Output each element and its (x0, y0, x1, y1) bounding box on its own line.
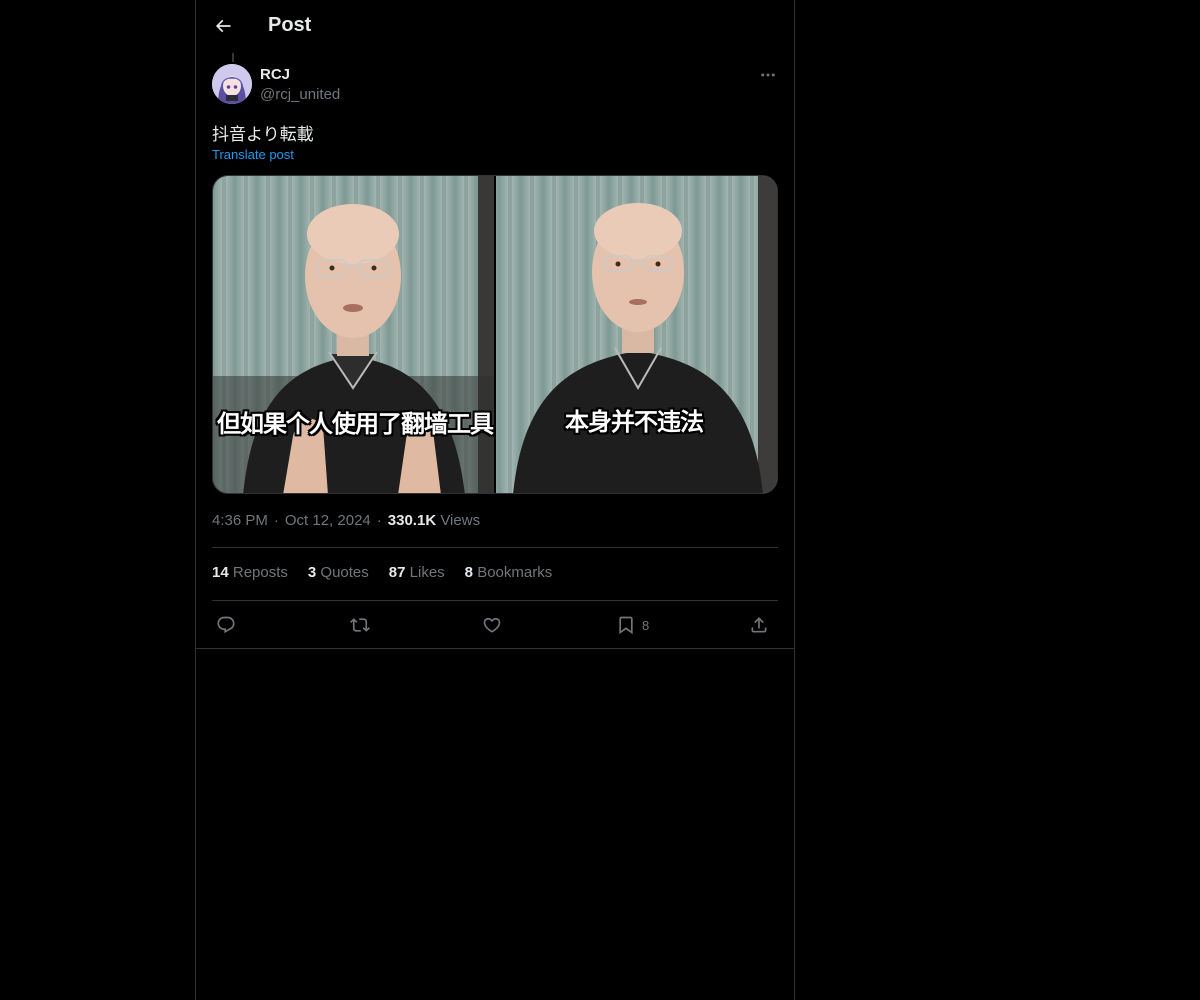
bookmarks-count: 8 (464, 564, 474, 581)
likes-count: 87 (388, 564, 406, 581)
repost-icon (350, 618, 370, 632)
page-title: Post (268, 14, 312, 36)
quotes-label: Quotes (320, 564, 369, 581)
views-label: Views (440, 512, 481, 529)
quotes-stat[interactable]: 3 Quotes (308, 564, 369, 581)
divider (196, 648, 794, 649)
post-time[interactable]: 4:36 PM (212, 512, 268, 529)
likes-stat[interactable]: 87 Likes (389, 564, 445, 581)
back-arrow-icon (215, 19, 231, 33)
more-icon (761, 73, 775, 77)
more-button[interactable] (756, 64, 780, 86)
bookmark-count: 8 (642, 617, 650, 633)
reply-icon (217, 616, 235, 634)
like-button[interactable] (482, 612, 502, 638)
action-bar: 8 (212, 612, 778, 638)
reply-button[interactable] (216, 612, 236, 638)
quotes-count: 3 (307, 564, 317, 581)
share-button[interactable] (749, 612, 769, 638)
post-date[interactable]: Oct 12, 2024 (285, 512, 371, 529)
reposts-label: Reposts (232, 564, 288, 581)
author-name[interactable]: RCJ (260, 66, 290, 83)
video-caption-right: 本身并不违法 (565, 408, 704, 436)
post-meta: 4:36 PM · Oct 12, 2024 · 330.1K Views (212, 512, 481, 529)
back-button[interactable] (208, 11, 238, 41)
top-bar: Post (196, 0, 794, 53)
bookmark-button[interactable]: 8 (616, 612, 649, 638)
post-detail-column: Post RCJ @rcj_united 抖音より転載 Translate po… (195, 0, 795, 1000)
author-handle[interactable]: @rcj_united (260, 86, 340, 103)
reposts-count: 14 (212, 564, 229, 581)
video-frames (213, 176, 777, 493)
divider (212, 600, 778, 601)
avatar[interactable] (212, 64, 252, 104)
bookmarks-label: Bookmarks (477, 564, 553, 581)
share-icon (751, 617, 767, 633)
post-media[interactable]: 但如果个人使用了翻墙工具 本身并不违法 (212, 175, 778, 494)
video-caption-left: 但如果个人使用了翻墙工具 (217, 410, 494, 438)
likes-label: Likes (409, 564, 445, 581)
post-author: RCJ @rcj_united (212, 64, 780, 106)
thread-line (232, 53, 234, 62)
like-icon (483, 617, 501, 633)
bookmarks-stat[interactable]: 8 Bookmarks (465, 564, 553, 581)
repost-button[interactable] (350, 612, 370, 638)
translate-post-link[interactable]: Translate post (212, 147, 294, 162)
post-text: 抖音より転載 (212, 125, 314, 145)
bookmark-icon (619, 616, 633, 635)
engagement-stats: 14 Reposts 3 Quotes 87 Likes 8 Bookmarks (212, 564, 552, 581)
reposts-stat[interactable]: 14 Reposts (212, 564, 288, 581)
divider (212, 547, 778, 548)
views-count: 330.1K (387, 512, 437, 529)
